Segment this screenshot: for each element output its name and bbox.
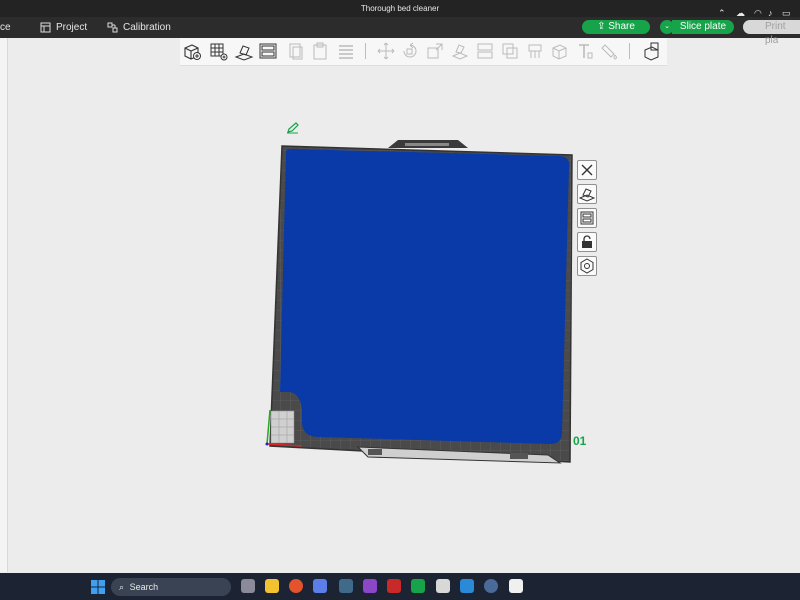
arrange-plate-icon [580, 211, 594, 225]
show-hidden-icons[interactable]: ⌃ [718, 0, 726, 27]
close-icon [581, 164, 593, 176]
z-axis-indicator [265, 442, 269, 446]
copilot-icon[interactable] [313, 579, 327, 593]
capcut-icon[interactable] [509, 579, 523, 593]
plate-number: 01 [573, 434, 587, 448]
store-icon[interactable] [460, 579, 474, 593]
plate-handle-slot [405, 143, 449, 146]
start-menu-icon[interactable] [91, 580, 105, 594]
onedrive-icon[interactable]: ☁ [736, 0, 745, 27]
settings-app-icon[interactable] [484, 579, 498, 593]
close-plate-button[interactable] [577, 160, 597, 180]
volume-icon[interactable]: ♪ [768, 0, 773, 27]
chrome-icon[interactable] [289, 579, 303, 593]
build-plate-view[interactable] [0, 0, 800, 600]
task-view-icon[interactable] [241, 579, 255, 593]
plate-qr-code [368, 449, 382, 455]
orient-plate-icon [578, 188, 596, 202]
lock-icon [582, 235, 592, 248]
wifi-icon[interactable]: ◠ [754, 0, 762, 27]
clipchamp-icon[interactable] [363, 579, 377, 593]
orient-plate-button[interactable] [577, 184, 597, 204]
arrange-plate-button[interactable] [577, 208, 597, 228]
plate-marker [510, 453, 528, 459]
settings-icon [580, 258, 594, 274]
calculator-icon[interactable] [339, 579, 353, 593]
textured-plate-surface [280, 148, 570, 445]
battery-icon[interactable]: ▭ [782, 0, 791, 27]
lock-plate-button[interactable] [577, 232, 597, 252]
file-explorer-icon[interactable] [265, 579, 279, 593]
search-placeholder: Search [129, 582, 159, 592]
plate-settings-button[interactable] [577, 256, 597, 276]
solidworks-icon[interactable] [387, 579, 401, 593]
paint-icon[interactable] [436, 579, 450, 593]
bambu-studio-icon[interactable] [411, 579, 425, 593]
taskbar-search[interactable]: ⌕ Search [111, 578, 231, 596]
search-icon: ⌕ [119, 582, 125, 592]
